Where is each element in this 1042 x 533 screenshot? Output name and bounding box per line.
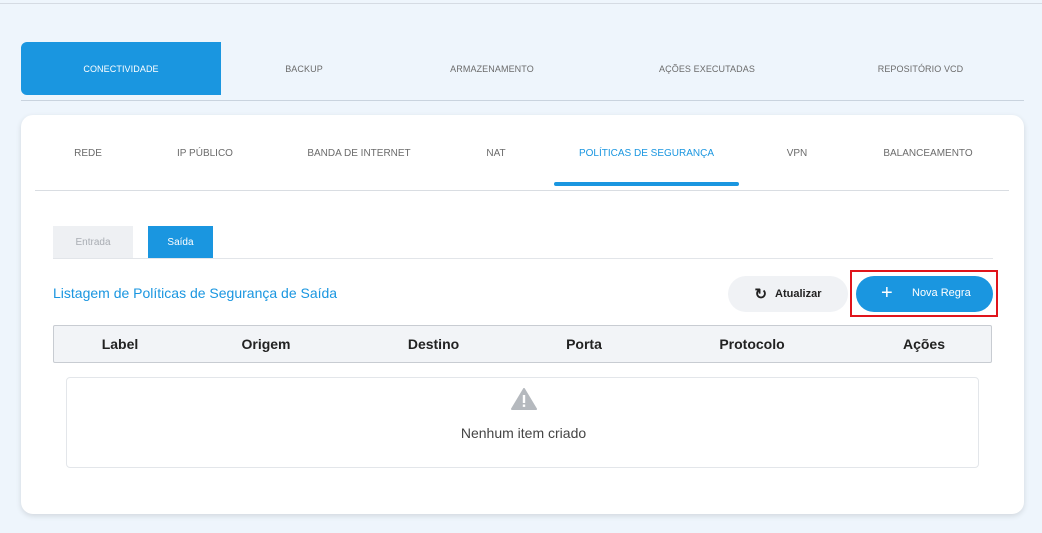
active-tab-underline <box>554 182 739 186</box>
content-card: REDE IP PÚBLICO BANDA DE INTERNET NAT PO… <box>21 115 1024 514</box>
top-tabs: CONECTIVIDADE BACKUP ARMAZENAMENTO AÇÕES… <box>21 42 1024 95</box>
top-tab-backup[interactable]: BACKUP <box>221 42 387 95</box>
top-tab-armazenamento[interactable]: ARMAZENAMENTO <box>387 42 597 95</box>
warning-icon <box>511 388 537 410</box>
sub-tab-vpn[interactable]: VPN <box>767 115 827 191</box>
sub-tab-ip-publico[interactable]: IP PÚBLICO <box>155 115 255 191</box>
sub-tab-balanceamento[interactable]: BALANCEAMENTO <box>871 115 985 191</box>
empty-message: Nenhum item criado <box>460 425 587 441</box>
empty-state: Nenhum item criado <box>66 377 979 468</box>
tab-saida[interactable]: Saída <box>148 226 213 258</box>
new-rule-button[interactable]: + Nova Regra <box>856 276 993 312</box>
column-header-acoes: Ações <box>902 336 946 352</box>
direction-tabs: Entrada Saída <box>53 226 993 259</box>
sub-tab-politicas-de-seguranca[interactable]: POLÍTICAS DE SEGURANÇA <box>554 115 739 191</box>
column-header-porta: Porta <box>566 336 602 352</box>
column-header-protocolo: Protocolo <box>719 336 785 352</box>
top-tab-repositorio-vcd[interactable]: REPOSITÓRIO VCD <box>817 42 1024 95</box>
sub-tabs: REDE IP PÚBLICO BANDA DE INTERNET NAT PO… <box>35 115 1009 191</box>
column-header-label: Label <box>101 336 139 352</box>
sub-tab-banda-de-internet[interactable]: BANDA DE INTERNET <box>297 115 421 191</box>
refresh-icon: ↻ <box>754 286 768 303</box>
table-header: Label Origem Destino Porta Protocolo Açõ… <box>53 325 992 363</box>
sub-tab-rede[interactable]: REDE <box>55 115 121 191</box>
top-border-line <box>0 3 1042 4</box>
top-tabs-divider <box>21 100 1024 101</box>
plus-icon: + <box>881 282 893 304</box>
list-title: Listagem de Políticas de Segurança de Sa… <box>53 285 338 301</box>
column-header-destino: Destino <box>407 336 460 352</box>
sub-tab-nat[interactable]: NAT <box>471 115 521 191</box>
tab-entrada[interactable]: Entrada <box>53 226 133 258</box>
top-tab-conectividade[interactable]: CONECTIVIDADE <box>21 42 221 95</box>
new-rule-button-label: Nova Regra <box>912 287 971 299</box>
refresh-button[interactable]: ↻ Atualizar <box>728 276 848 312</box>
refresh-button-label: Atualizar <box>775 288 822 300</box>
top-tab-acoes-executadas[interactable]: AÇÕES EXECUTADAS <box>597 42 817 95</box>
column-header-origem: Origem <box>241 336 291 352</box>
